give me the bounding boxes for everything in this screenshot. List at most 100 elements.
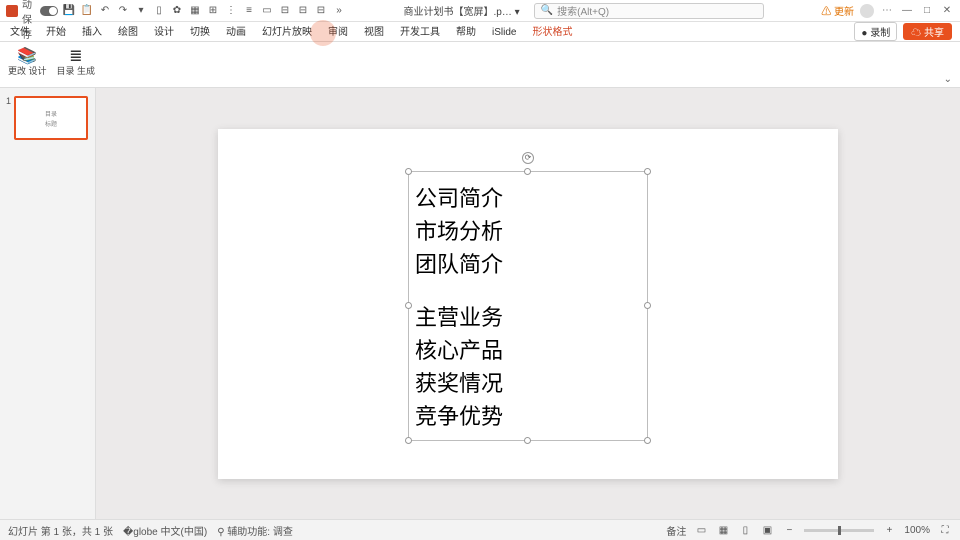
tool-icon-8[interactable]: ⊟ [296,4,310,18]
zoom-out-icon[interactable]: − [782,523,796,537]
collapse-ribbon-icon[interactable]: ⌄ [944,74,952,85]
tab-view[interactable]: 视图 [362,20,386,41]
autosave-toggle[interactable] [40,6,58,16]
document-title[interactable]: 商业计划书【宽屏】.p… ▾ [404,3,520,18]
textbox-content[interactable]: 公司简介 市场分析 团队简介 主营业务 核心产品 获奖情况 竞争优势 [409,172,647,443]
ribbon-options-icon[interactable]: ⋯ [880,4,894,18]
resize-handle-s[interactable] [524,437,531,444]
title-bar: 自动保存 💾 📋 ↶ ↷ ▾ ▯ ✿ ▦ ⊞ ⋮ ≡ ▭ ⊟ ⊟ ⊟ » 商业计… [0,0,960,22]
tool-icon-6[interactable]: ▭ [260,4,274,18]
thumb-preview[interactable]: 目录 标题 [14,96,88,140]
tool-icon-3[interactable]: ⊞ [206,4,220,18]
zoom-slider[interactable] [804,529,874,532]
quick-access-toolbar: 自动保存 💾 📋 ↶ ↷ ▾ ▯ ✿ ▦ ⊞ ⋮ ≡ ▭ ⊟ ⊟ ⊟ » [6,4,346,18]
ribbon-tabs: 文件 开始 插入 绘图 设计 切换 动画 幻灯片放映 审阅 视图 开发工具 帮助… [0,22,960,42]
save-icon[interactable]: 💾 [62,4,76,18]
resize-handle-sw[interactable] [405,437,412,444]
autosave-label: 自动保存 [22,4,36,18]
tool-icon-2[interactable]: ▦ [188,4,202,18]
title-right: ⚠ 更新 ⋯ — □ ✕ [821,3,954,18]
status-right: 备注 ▭ ▦ ▯ ▣ − + 100% ⛶ [666,523,952,538]
more-icon-2[interactable]: » [332,4,346,18]
user-avatar[interactable] [860,4,874,18]
sorter-view-icon[interactable]: ▦ [716,523,730,537]
tab-design[interactable]: 设计 [152,20,176,41]
slide-canvas[interactable]: ⟳ 公司简介 市场分析 团队简介 主营业务 核心产品 获奖情况 竞争优势 [96,88,960,519]
line-7: 竞争优势 [415,400,641,433]
maximize-icon[interactable]: □ [920,4,934,18]
thumb-line-2: 标题 [45,119,57,128]
line-4: 主营业务 [415,301,641,334]
language-indicator[interactable]: �globe 中文(中国) [123,523,207,538]
tab-file[interactable]: 文件 [8,20,32,41]
tab-review[interactable]: 审阅 [326,20,350,41]
status-bar: 幻灯片 第 1 张，共 1 张 �globe 中文(中国) ⚲ 辅助功能: 调查… [0,519,960,540]
tab-help[interactable]: 帮助 [454,20,478,41]
tab-devtools[interactable]: 开发工具 [398,20,442,41]
normal-view-icon[interactable]: ▭ [694,523,708,537]
search-placeholder: 搜索(Alt+Q) [557,3,609,18]
tool-icon-1[interactable]: ✿ [170,4,184,18]
undo-icon[interactable]: ↶ [98,4,112,18]
notes-button[interactable]: 备注 [666,523,686,538]
fit-window-icon[interactable]: ⛶ [938,523,952,537]
tool-icon-4[interactable]: ⋮ [224,4,238,18]
ribbon-change-design[interactable]: 📚 更改 设计 [8,46,47,77]
more-icon[interactable]: ▾ [134,4,148,18]
selected-textbox[interactable]: ⟳ 公司简介 市场分析 团队简介 主营业务 核心产品 获奖情况 竞争优势 [408,171,648,441]
share-button[interactable]: ☁ 共享 [903,23,952,40]
tab-draw[interactable]: 绘图 [116,20,140,41]
divider: ▯ [152,4,166,18]
reading-view-icon[interactable]: ▯ [738,523,752,537]
resize-handle-ne[interactable] [644,168,651,175]
tab-islide[interactable]: iSlide [490,24,518,41]
app-icon [6,5,18,17]
tabs-right: ● 录制 ☁ 共享 [854,22,952,41]
record-button[interactable]: ● 录制 [854,22,897,41]
thumb-line-1: 目录 [45,109,57,118]
list-icon: ≣ [66,46,86,66]
rotate-handle[interactable]: ⟳ [522,152,534,164]
slideshow-view-icon[interactable]: ▣ [760,523,774,537]
tool-icon-7[interactable]: ⊟ [278,4,292,18]
toc-gen-label: 目录 生成 [57,67,96,77]
line-1: 公司简介 [415,182,641,215]
line-5: 核心产品 [415,334,641,367]
tool-icon-5[interactable]: ≡ [242,4,256,18]
accessibility-indicator[interactable]: ⚲ 辅助功能: 调查 [217,523,293,538]
slide-indicator[interactable]: 幻灯片 第 1 张，共 1 张 [8,523,113,538]
tool-icon-9[interactable]: ⊟ [314,4,328,18]
title-center: 商业计划书【宽屏】.p… ▾ 🔍 搜索(Alt+Q) [352,3,815,19]
minimize-icon[interactable]: — [900,4,914,18]
resize-handle-w[interactable] [405,302,412,309]
line-2: 市场分析 [415,215,641,248]
search-input[interactable]: 🔍 搜索(Alt+Q) [534,3,764,19]
redo-icon[interactable]: ↷ [116,4,130,18]
layers-icon: 📚 [17,46,37,66]
slide-thumb-1[interactable]: 1 目录 标题 [6,96,89,140]
resize-handle-se[interactable] [644,437,651,444]
tab-home[interactable]: 开始 [44,20,68,41]
tab-animations[interactable]: 动画 [224,20,248,41]
tab-shape-format[interactable]: 形状格式 [530,20,574,41]
ribbon-toc-gen[interactable]: ≣ 目录 生成 [57,46,96,77]
resize-handle-nw[interactable] [405,168,412,175]
resize-handle-e[interactable] [644,302,651,309]
thumb-number: 1 [6,96,11,140]
paste-icon[interactable]: 📋 [80,4,94,18]
tab-insert[interactable]: 插入 [80,20,104,41]
tab-slideshow[interactable]: 幻灯片放映 [260,20,314,41]
slide[interactable]: ⟳ 公司简介 市场分析 团队简介 主营业务 核心产品 获奖情况 竞争优势 [218,129,838,479]
change-design-label: 更改 设计 [8,67,47,77]
search-icon: 🔍 [541,5,553,16]
tab-transitions[interactable]: 切换 [188,20,212,41]
zoom-in-icon[interactable]: + [882,523,896,537]
thumbnail-pane[interactable]: 1 目录 标题 [0,88,96,519]
blank-line [415,281,641,301]
update-warning[interactable]: ⚠ 更新 [821,3,854,18]
workspace: 1 目录 标题 ⟳ 公司简介 市场分析 团队简介 [0,88,960,519]
close-icon[interactable]: ✕ [940,4,954,18]
zoom-level[interactable]: 100% [904,525,930,536]
line-6: 获奖情况 [415,367,641,400]
resize-handle-n[interactable] [524,168,531,175]
